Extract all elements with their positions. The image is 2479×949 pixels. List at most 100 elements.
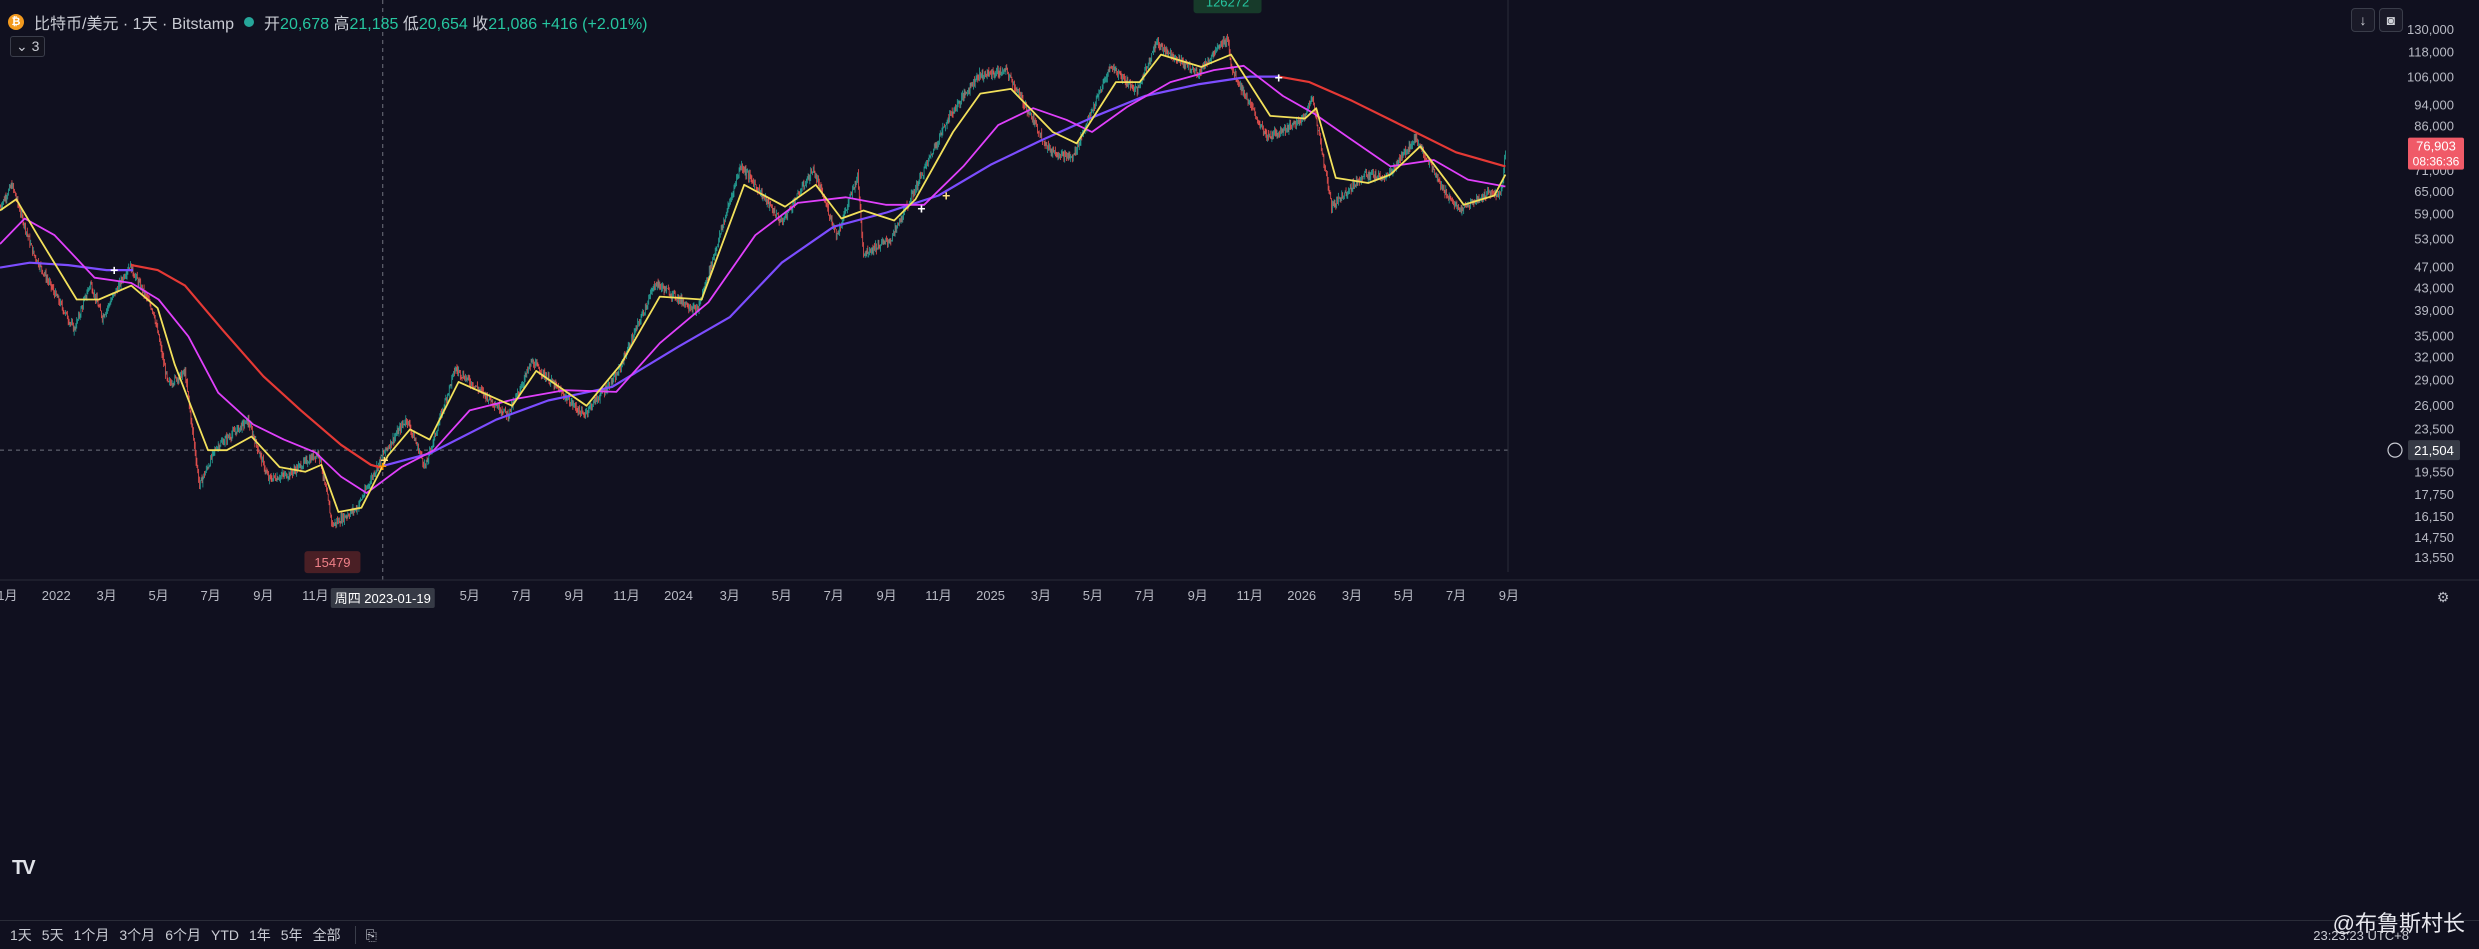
change-value: +416 (+2.01%) [541,16,648,33]
x-tick-label: 5月 [1394,588,1414,603]
chevron-down-icon: ⌄ [16,38,28,54]
range-5d[interactable]: 5天 [42,925,64,945]
x-tick-label: 3月 [96,588,116,603]
indicator-count: 3 [31,38,40,54]
x-tick-label: 9月 [1188,588,1208,603]
y-tick-label: 43,000 [2414,280,2454,295]
y-tick-label: 26,000 [2414,398,2454,413]
range-5y[interactable]: 5年 [281,925,303,945]
y-tick-label: 118,000 [2408,45,2454,60]
settings-icon: ⚙ [2437,589,2450,605]
target-icon [2387,442,2403,458]
x-tick-label: 3月 [720,588,740,603]
last-price-countdown: 08:36:36 [2413,155,2460,169]
x-tick-label: 11月 [1236,588,1263,603]
y-tick-label: 17,750 [2414,487,2454,502]
x-tick-label: 3月 [1031,588,1051,603]
x-tick-label: 7月 [1135,588,1155,603]
moving-average-lines [0,53,1507,513]
x-tick-label: 5月 [772,588,792,603]
y-tick-label: 86,000 [2414,118,2454,133]
high-label: 高 [333,16,350,33]
symbol-legend: ₿ 比特币/美元 · 1天 · Bitstamp 开20,678 高21,185… [8,10,648,34]
x-tick-label: 7月 [1446,588,1466,603]
range-1y[interactable]: 1年 [249,925,271,945]
x-tick-label: 11月 [613,588,640,603]
download-button[interactable]: ↓ [2351,8,2375,32]
crossover-markers: ++++++ [110,70,1283,474]
ma-short-line [0,53,1507,513]
crosshair-vertical [0,0,1508,580]
x-tick-label: 9月 [876,588,896,603]
range-ytd[interactable]: YTD [211,927,239,943]
x-tick-label: 2024 [664,588,693,603]
crossover-marker: + [1275,70,1283,86]
crosshair-date-label: 周四 2023-01-19 [335,591,431,606]
close-label: 收 [472,16,489,33]
low-label: 低 [402,16,419,33]
range-1d[interactable]: 1天 [10,925,32,945]
x-tick-label: 9月 [1499,588,1519,603]
y-tick-label: 59,000 [2414,206,2454,221]
x-tick-label: 11月 [0,588,18,603]
author-watermark: @布鲁斯村长 [2332,911,2465,936]
x-tick-label: 7月 [200,588,220,603]
x-tick-label: 2022 [42,588,71,603]
download-icon: ↓ [2359,12,2367,28]
y-tick-label: 47,000 [2414,260,2454,275]
crossover-marker: + [110,262,118,278]
range-6m[interactable]: 6个月 [165,925,201,945]
open-value: 20,678 [280,16,329,33]
y-tick-label: 14,750 [2414,530,2454,545]
x-tick-label: 9月 [253,588,273,603]
ma-200-line [382,75,1279,467]
close-value: 21,086 [488,16,538,33]
y-tick-label: 106,000 [2407,70,2454,85]
x-tick-label: 5月 [1083,588,1103,603]
x-tick-label: 5月 [460,588,480,603]
bitcoin-icon: ₿ [8,14,24,30]
x-tick-label: 3月 [1342,588,1362,603]
y-tick-label: 94,000 [2414,98,2454,113]
y-tick-label: 16,150 [2414,509,2454,524]
camera-icon: ◙ [2386,12,2396,28]
range-1m[interactable]: 1个月 [74,925,110,945]
x-tick-label: 9月 [564,588,584,603]
y-tick-label: 23,500 [2414,421,2454,436]
bottom-toolbar: 1天 5天 1个月 3个月 6个月 YTD 1年 5年 全部 ⎘ [0,920,2479,949]
x-tick-label: 7月 [824,588,844,603]
axes: 130,000118,000106,00094,00086,00078,5007… [0,0,2479,603]
range-3m[interactable]: 3个月 [119,925,155,945]
y-tick-label: 65,000 [2414,184,2454,199]
crossover-marker: + [380,452,388,468]
crossover-marker: + [942,187,950,203]
range-all[interactable]: 全部 [313,925,341,945]
goto-date-icon[interactable]: ⎘ [366,927,377,944]
x-tick-label: 11月 [302,588,329,603]
y-tick-label: 130,000 [2407,22,2454,37]
market-status-icon [244,17,255,27]
price-chart[interactable]: ++++++ 130,000118,000106,00094,00086,000… [0,0,2479,948]
x-tick-label: 5月 [148,588,168,603]
open-label: 开 [264,16,281,33]
ma-long-line [131,264,384,470]
indicator-collapse-button[interactable]: ⌄ 3 [10,36,46,57]
snapshot-button[interactable]: ◙ [2379,8,2403,32]
low-label: 15479 [314,555,350,570]
x-tick-label: 7月 [512,588,532,603]
high-value: 21,185 [349,16,399,33]
crosshair-price-label: 21,504 [2414,443,2454,458]
ma-mid-line [0,64,1506,494]
ma-long-line [1278,75,1506,168]
tradingview-logo-icon[interactable]: TV [12,857,36,880]
x-tick-label: 2026 [1287,588,1316,603]
symbol-title[interactable]: 比特币/美元 · 1天 · Bitstamp [34,10,234,34]
price-labels: 周四 2023-01-19 21,504 76,90308:36:36 126272 1… [304,0,2464,608]
y-tick-label: 19,550 [2414,464,2454,479]
candle-layer [0,33,1506,529]
y-tick-label: 35,000 [2414,328,2454,343]
y-tick-label: 32,000 [2414,349,2454,364]
y-tick-label: 29,000 [2414,372,2454,387]
y-tick-label: 39,000 [2414,303,2454,318]
low-value: 20,654 [418,16,468,33]
